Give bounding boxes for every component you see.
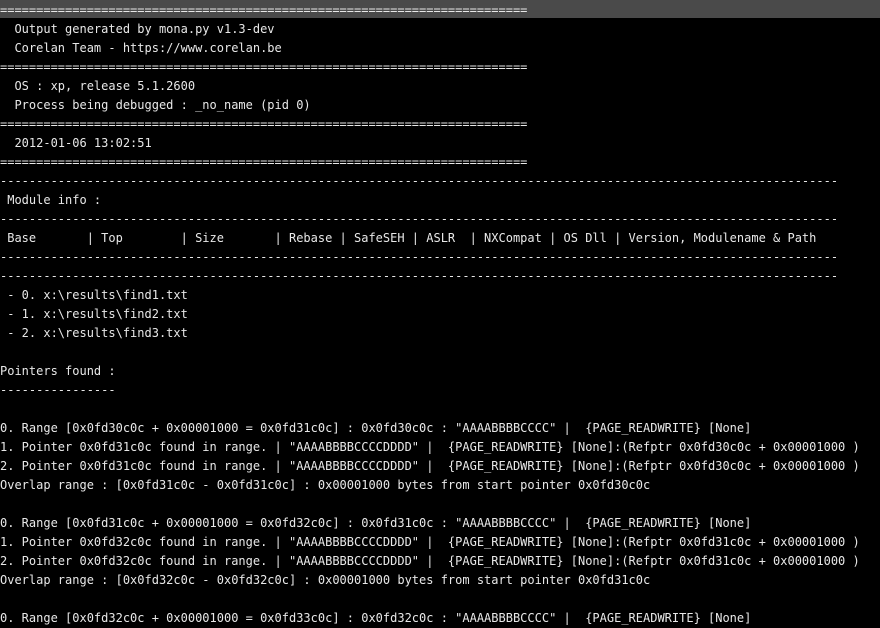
separator-line: ----------------------------------------…	[0, 250, 839, 264]
console-line: 2012-01-06 13:02:51	[0, 136, 152, 150]
separator-line: ----------------------------------------…	[0, 269, 839, 283]
separator-line: ========================================…	[0, 155, 528, 169]
console-line: 1. Pointer 0x0fd31c0c found in range. | …	[0, 440, 860, 454]
console-line: Overlap range : [0x0fd32c0c - 0x0fd32c0c…	[0, 573, 651, 587]
console-line: Pointers found :	[0, 364, 116, 378]
console-line: Module info :	[0, 193, 102, 207]
console-line: Output generated by mona.py v1.3-dev	[0, 22, 275, 36]
console-line: - 2. x:\results\find3.txt	[0, 326, 188, 340]
separator-line: ----------------------------------------…	[0, 174, 839, 188]
console-line: OS : xp, release 5.1.2600	[0, 79, 196, 93]
separator-line: ----------------	[0, 383, 116, 397]
table-header: Base | Top | Size | Rebase | SafeSEH | A…	[0, 231, 817, 245]
console-line: Process being debugged : _no_name (pid 0…	[0, 98, 311, 112]
console-line: 2. Pointer 0x0fd31c0c found in range. | …	[0, 459, 860, 473]
console-line: 2. Pointer 0x0fd32c0c found in range. | …	[0, 554, 860, 568]
console-line: 0. Range [0x0fd32c0c + 0x00001000 = 0x0f…	[0, 611, 752, 625]
console-line: 0. Range [0x0fd30c0c + 0x00001000 = 0x0f…	[0, 421, 752, 435]
console-line: 0. Range [0x0fd31c0c + 0x00001000 = 0x0f…	[0, 516, 752, 530]
console-line: - 1. x:\results\find2.txt	[0, 307, 188, 321]
console-line: Corelan Team - https://www.corelan.be	[0, 41, 282, 55]
separator-line: ========================================…	[0, 3, 528, 17]
console-line: - 0. x:\results\find1.txt	[0, 288, 188, 302]
console-line: 1. Pointer 0x0fd32c0c found in range. | …	[0, 535, 860, 549]
console-output[interactable]: ========================================…	[0, 0, 880, 625]
separator-line: ========================================…	[0, 60, 528, 74]
console-line: Overlap range : [0x0fd31c0c - 0x0fd31c0c…	[0, 478, 651, 492]
separator-line: ----------------------------------------…	[0, 212, 839, 226]
separator-line: ========================================…	[0, 117, 528, 131]
